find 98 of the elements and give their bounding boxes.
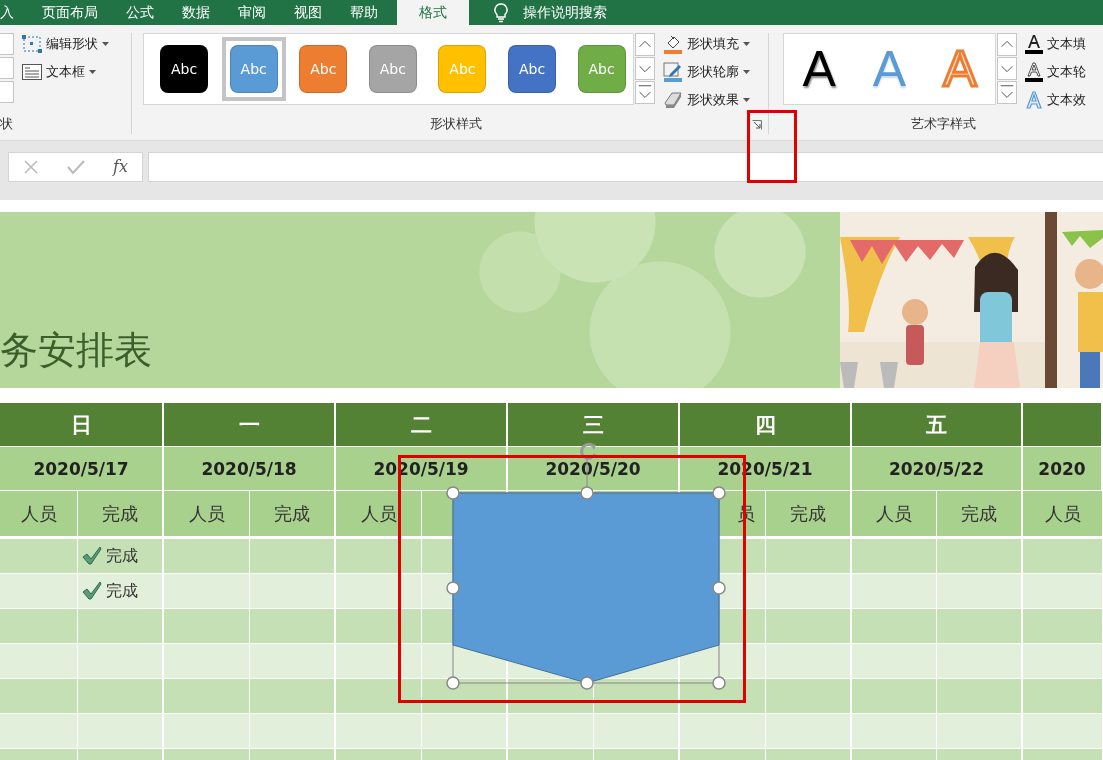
swatch-label: Abc [299, 45, 348, 93]
button-label: 文本框 [46, 63, 85, 81]
swatch-label: Abc [508, 45, 556, 93]
ribbon-button[interactable]: 文本轮 [1025, 61, 1086, 83]
resize-handle[interactable] [712, 581, 726, 595]
dialog-launcher-icon[interactable] [752, 120, 762, 130]
style-swatch[interactable]: Abc [152, 37, 216, 101]
textbox-icon [22, 64, 42, 80]
ribbon-tab[interactable]: 公式 [112, 0, 168, 25]
style-swatch[interactable]: Abc [500, 37, 564, 101]
pencil-icon [663, 62, 684, 82]
ribbon-button[interactable]: 文本填 [1025, 33, 1086, 55]
text-fill-icon [1025, 34, 1043, 54]
ribbon-tab[interactable]: 视图 [280, 0, 336, 25]
lightbulb-icon [493, 2, 509, 23]
column-heading: 完成 [766, 491, 852, 539]
more-icon[interactable] [997, 81, 1017, 104]
button-label: 编辑形状 [46, 35, 98, 53]
button-label: 形状效果 [687, 91, 740, 109]
scroll-up-icon[interactable] [635, 33, 656, 56]
button-label: 形状填充 [687, 35, 740, 53]
edit-shape-icon [22, 35, 42, 53]
caret-icon [743, 70, 751, 74]
more-icon[interactable] [635, 81, 656, 104]
ribbon-button[interactable]: 文本框 [22, 61, 109, 83]
cancel-icon[interactable] [23, 158, 39, 175]
tell-me-search[interactable]: 操作说明搜索 [523, 0, 607, 25]
weekday-heading: 五 [852, 403, 1023, 447]
group-label: 形状样式 [429, 115, 482, 133]
weekday-heading: 三 [508, 403, 680, 447]
ribbon-tab[interactable]: 数据 [168, 0, 224, 25]
swatch-label: Abc [577, 45, 626, 93]
caret-icon [102, 42, 109, 46]
ribbon-button[interactable]: 形状填充 [663, 33, 751, 55]
ribbon-button[interactable]: 编辑形状 [22, 33, 109, 55]
swatch-label: Abc [368, 45, 417, 93]
resize-handle[interactable] [712, 486, 726, 500]
ribbon-tab[interactable]: 页面布局 [28, 0, 112, 25]
date-heading: 2020/5/18 [164, 447, 336, 491]
scroll-down-icon[interactable] [635, 57, 656, 80]
formula-input[interactable] [148, 151, 1103, 182]
weekday-heading: 日 [0, 403, 164, 447]
sheet-title: 务安排表 [0, 327, 152, 374]
swatch-label: Abc [229, 45, 278, 93]
check-icon[interactable] [67, 158, 85, 175]
resize-handle[interactable] [446, 486, 460, 500]
rotate-handle[interactable] [580, 442, 597, 460]
column-heading: 人员 [1023, 491, 1103, 539]
weekday-heading: 一 [164, 403, 336, 447]
swatch-label: Abc [438, 45, 487, 93]
checkmark-icon [82, 546, 102, 566]
ribbon-button[interactable]: 文本效 [1025, 89, 1086, 111]
resize-handle[interactable] [446, 581, 460, 595]
scroll-down-icon[interactable] [997, 57, 1017, 80]
column-heading: 完成 [937, 491, 1023, 539]
date-heading: 2020/5/22 [852, 447, 1023, 491]
wordart-sample[interactable]: A [872, 44, 907, 94]
date-heading: 2020/5/17 [0, 447, 164, 491]
column-heading: 完成 [250, 491, 336, 539]
insert-function-button[interactable]: fx [113, 157, 128, 176]
column-heading: 人员 [852, 491, 937, 539]
style-swatch[interactable]: Abc [221, 37, 286, 101]
caret-icon [743, 98, 751, 102]
caret-icon [89, 70, 96, 74]
group-label: 艺术字样式 [910, 115, 976, 133]
ribbon-tab[interactable]: 格式 [397, 0, 469, 25]
swatch-label: Abc [160, 45, 209, 93]
ribbon-tab[interactable]: 审阅 [224, 0, 280, 25]
weekday-heading: 二 [336, 403, 508, 447]
button-label: 文本填 [1047, 35, 1086, 53]
column-heading: 人员 [164, 491, 250, 539]
ribbon-tab[interactable]: 帮助 [336, 0, 392, 25]
status-text: 完成 [106, 580, 138, 602]
wordart-sample[interactable]: A [802, 44, 836, 94]
resize-handle[interactable] [580, 676, 594, 690]
resize-handle[interactable] [712, 676, 726, 690]
shape-effects-icon [663, 91, 684, 109]
column-heading: 人员 [0, 491, 78, 539]
ribbon-tab[interactable]: 入 [0, 0, 28, 25]
ribbon-button[interactable]: 形状轮廓 [663, 61, 751, 83]
weekday-heading: 四 [680, 403, 852, 447]
caret-icon [743, 42, 751, 46]
status-text: 完成 [106, 545, 138, 567]
button-label: 形状轮廓 [687, 63, 740, 81]
ribbon-button[interactable]: 形状效果 [663, 89, 751, 111]
paint-bucket-icon [663, 34, 684, 54]
column-heading: 完成 [78, 491, 164, 539]
text-effects-icon [1025, 91, 1043, 109]
text-outline-icon [1025, 62, 1043, 82]
button-label: 文本轮 [1047, 63, 1086, 81]
date-heading: 2020 [1023, 447, 1103, 491]
resize-handle[interactable] [580, 486, 594, 500]
column-heading: 人员 [336, 491, 422, 539]
checkmark-icon [82, 581, 102, 601]
group-label: 状 [0, 115, 13, 133]
resize-handle[interactable] [446, 676, 460, 690]
button-label: 文本效 [1047, 91, 1086, 109]
scroll-up-icon[interactable] [997, 33, 1017, 56]
